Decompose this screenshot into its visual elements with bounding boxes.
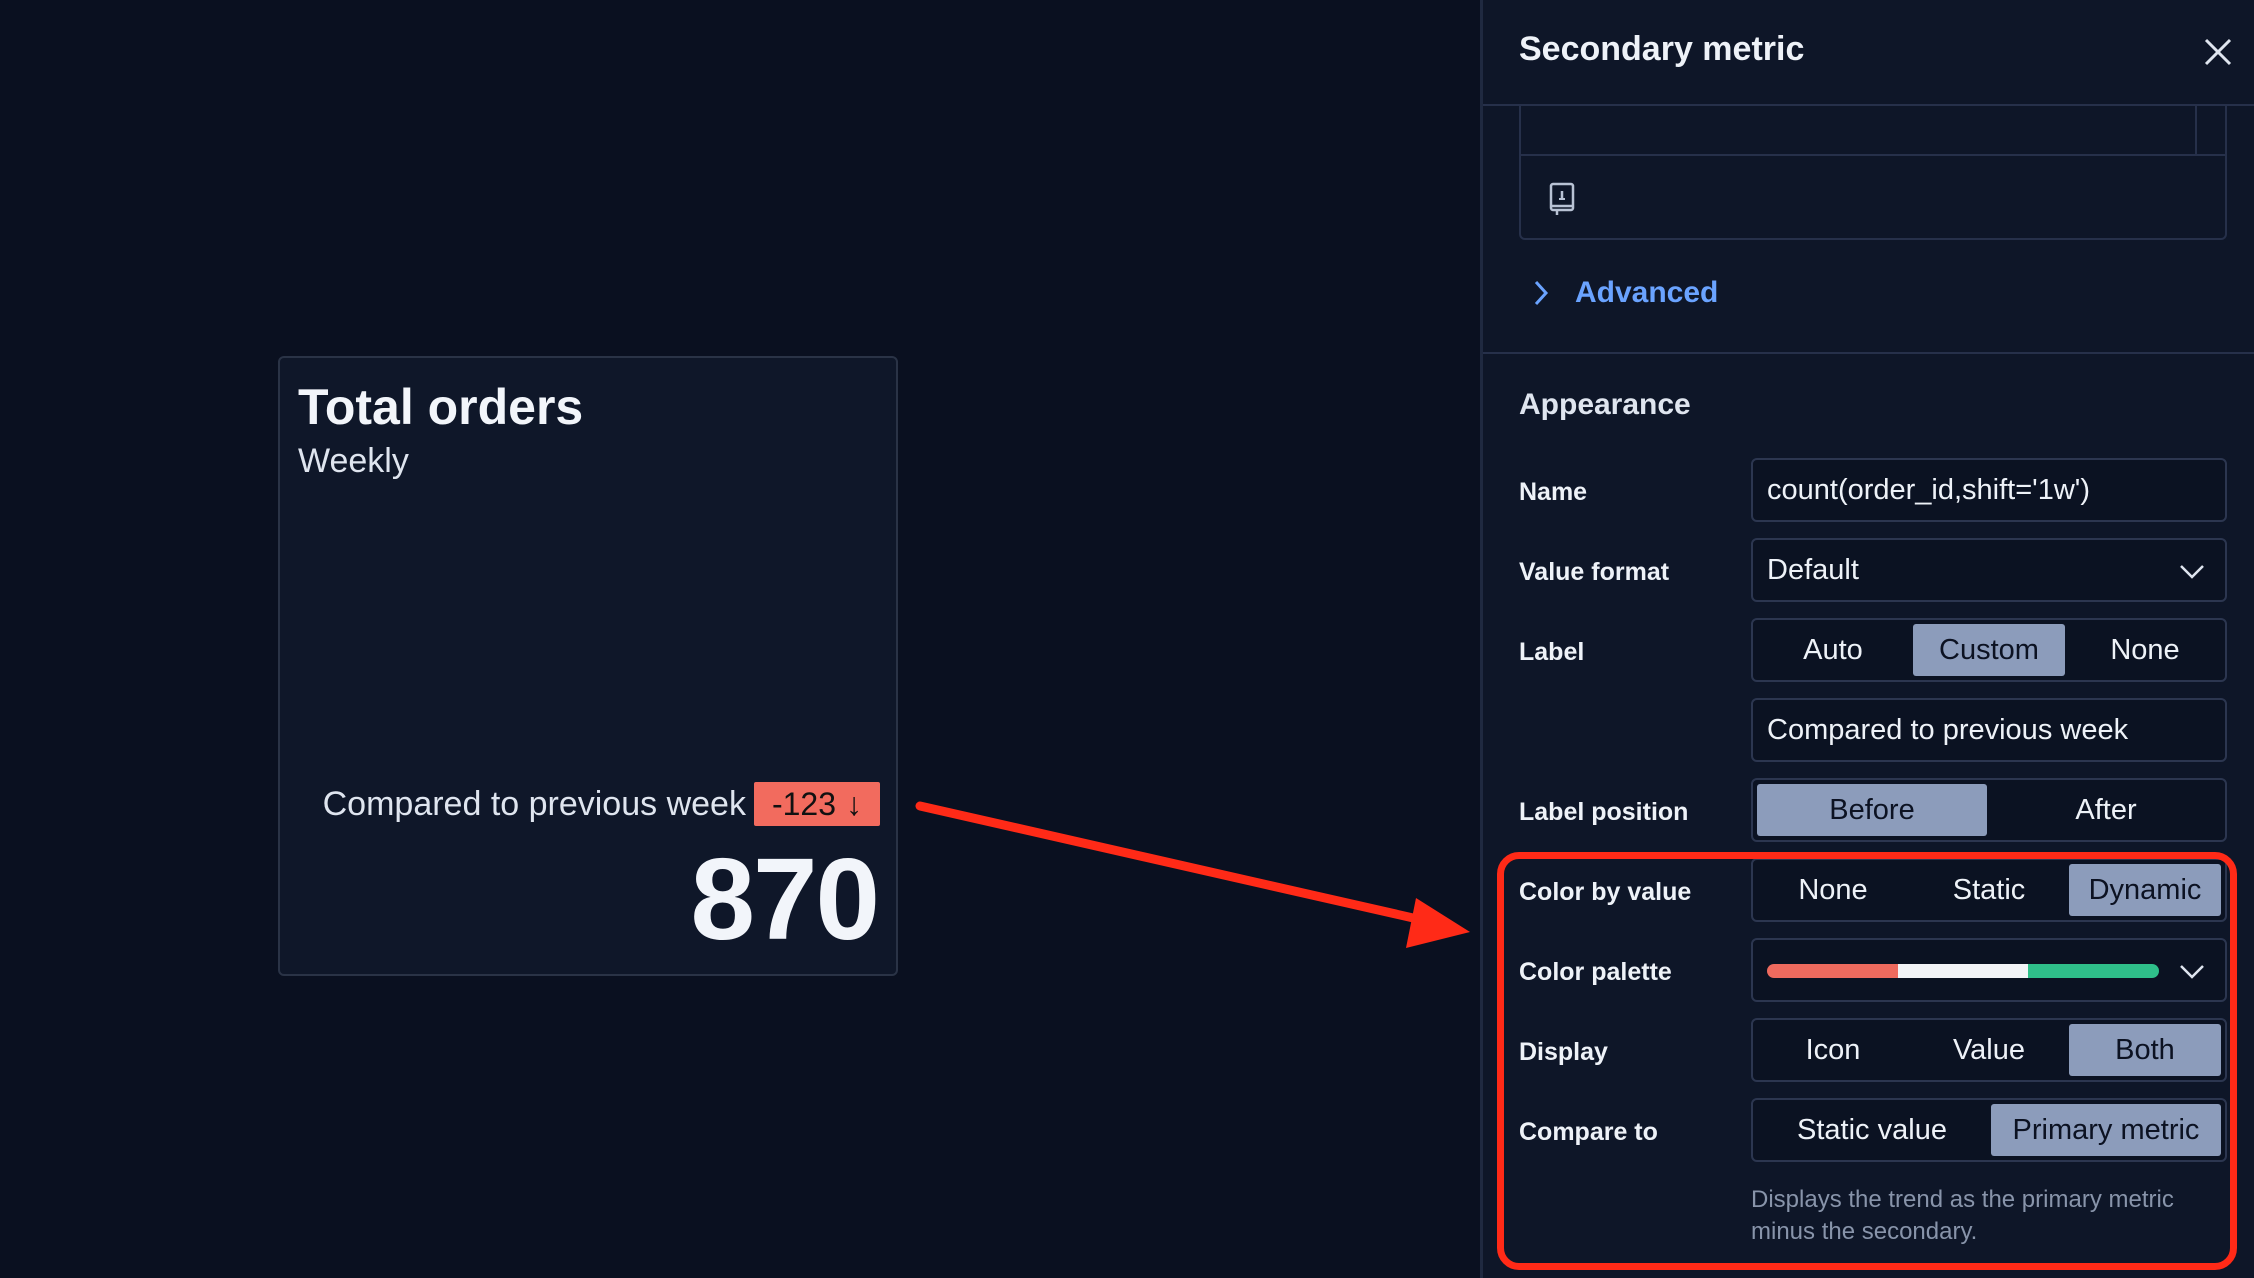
color-by-value-group: None Static Dynamic xyxy=(1751,858,2227,922)
book-icon[interactable] xyxy=(1547,182,1577,216)
custom-label-field[interactable] xyxy=(1751,698,2227,762)
palette-preview xyxy=(1767,964,2159,978)
display-icon-button[interactable]: Icon xyxy=(1757,1024,1909,1076)
formula-editor[interactable] xyxy=(1519,106,2227,240)
compare-static-value-button[interactable]: Static value xyxy=(1757,1104,1987,1156)
label-mode-group: Auto Custom None xyxy=(1751,618,2227,682)
appearance-title: Appearance xyxy=(1519,388,1691,421)
color-by-value-label: Color by value xyxy=(1519,878,1692,906)
card-subtitle: Weekly xyxy=(298,442,409,480)
flyout-title: Secondary metric xyxy=(1519,30,1805,68)
name-field[interactable] xyxy=(1751,458,2227,522)
flyout-header: Secondary metric xyxy=(1483,0,2254,106)
color-static-button[interactable]: Static xyxy=(1913,864,2065,916)
compare-to-group: Static value Primary metric xyxy=(1751,1098,2227,1162)
palette-stop-1 xyxy=(1897,964,2029,978)
compare-to-help-text: Displays the trend as the primary metric… xyxy=(1751,1186,2174,1245)
palette-stop-0 xyxy=(1767,964,1898,978)
display-value-button[interactable]: Value xyxy=(1913,1024,2065,1076)
label-none-button[interactable]: None xyxy=(2069,624,2221,676)
chevron-down-icon xyxy=(2180,565,2204,579)
chevron-down-icon xyxy=(2180,965,2204,979)
card-secondary-metric: Compared to previous week -123 ↓ xyxy=(323,782,880,826)
metric-card: Total orders Weekly Compared to previous… xyxy=(278,356,898,976)
name-input[interactable] xyxy=(1753,460,2225,520)
color-dynamic-button[interactable]: Dynamic xyxy=(2069,864,2221,916)
label-position-label: Label position xyxy=(1519,798,1689,826)
label-position-group: Before After xyxy=(1751,778,2227,842)
secondary-metric-flyout: Secondary metric Advanced Appearance Nam… xyxy=(1480,0,2254,1278)
editor-scrollbar[interactable] xyxy=(2195,106,2197,154)
color-palette-select[interactable] xyxy=(1751,938,2227,1002)
advanced-toggle[interactable]: Advanced xyxy=(1531,276,1718,310)
compare-primary-metric-button[interactable]: Primary metric xyxy=(1991,1104,2221,1156)
section-divider xyxy=(1483,352,2254,354)
value-format-label: Value format xyxy=(1519,558,1670,586)
color-palette-label: Color palette xyxy=(1519,958,1672,986)
name-label: Name xyxy=(1519,478,1588,506)
secondary-metric-label: Compared to previous week xyxy=(322,784,746,823)
display-group: Icon Value Both xyxy=(1751,1018,2227,1082)
palette-stop-2 xyxy=(2028,964,2159,978)
card-title: Total orders xyxy=(298,379,584,435)
close-icon[interactable] xyxy=(2200,34,2236,70)
value-format-select[interactable]: Default xyxy=(1751,538,2227,602)
label-label: Label xyxy=(1519,638,1585,666)
label-position-before-button[interactable]: Before xyxy=(1757,784,1987,836)
label-position-after-button[interactable]: After xyxy=(1991,784,2221,836)
label-auto-button[interactable]: Auto xyxy=(1757,624,1909,676)
advanced-label: Advanced xyxy=(1575,276,1719,309)
trend-badge: -123 ↓ xyxy=(753,782,880,826)
trend-value: -123 xyxy=(771,786,836,822)
color-none-button[interactable]: None xyxy=(1757,864,1909,916)
compare-to-label: Compare to xyxy=(1519,1118,1658,1146)
custom-label-input[interactable] xyxy=(1753,700,2225,760)
label-custom-button[interactable]: Custom xyxy=(1913,624,2065,676)
primary-metric-value: 870 xyxy=(690,834,880,964)
display-both-button[interactable]: Both xyxy=(2069,1024,2221,1076)
editor-divider xyxy=(1521,154,2225,156)
chevron-right-icon xyxy=(1534,280,1549,306)
value-format-value: Default xyxy=(1767,554,1859,586)
arrow-down-icon: ↓ xyxy=(846,786,862,822)
display-label: Display xyxy=(1519,1038,1608,1066)
